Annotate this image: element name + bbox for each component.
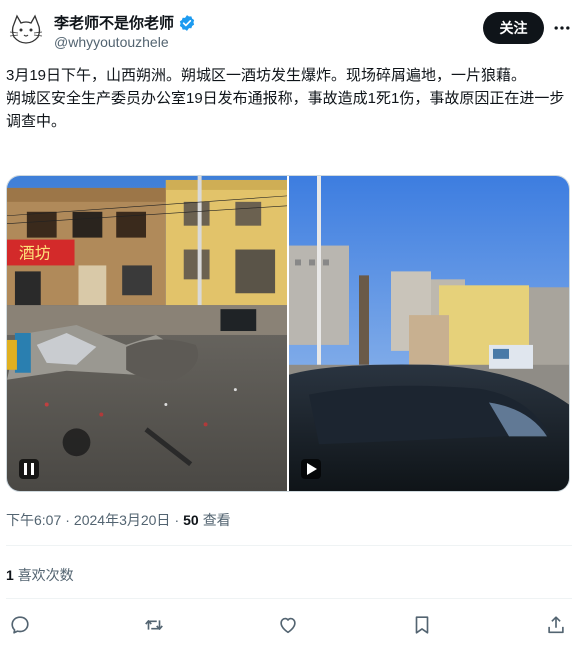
meta-separator: · (65, 512, 70, 528)
street-scene-image (289, 176, 569, 491)
pause-button[interactable] (19, 459, 39, 479)
share-icon (548, 616, 564, 634)
more-options-button[interactable] (550, 16, 574, 40)
tweet-date[interactable]: 2024年3月20日 (74, 510, 171, 530)
avatar[interactable] (6, 10, 46, 50)
media-grid: 酒坊 (6, 175, 570, 492)
follow-button[interactable]: 关注 (483, 12, 544, 44)
retweet-button[interactable] (139, 610, 169, 640)
shop-sign: 酒坊 (19, 243, 51, 262)
author-display-name[interactable]: 李老师不是你老师 (54, 12, 174, 33)
likes-row[interactable]: 1 喜欢次数 (6, 565, 74, 585)
play-icon (307, 463, 317, 475)
video-left[interactable]: 酒坊 (7, 176, 287, 491)
divider (6, 545, 572, 546)
meta-separator: · (174, 512, 180, 528)
cat-sketch-avatar-icon (6, 10, 46, 50)
more-horizontal-icon (554, 26, 570, 30)
like-icon (280, 617, 296, 634)
bookmark-button[interactable] (407, 610, 437, 640)
action-bar (0, 610, 586, 640)
views-count: 50 (183, 512, 199, 528)
tweet-paragraph-1: 3月19日下午，山西朔洲。朔城区一酒坊发生爆炸。现场碎屑遍地，一片狼藉。 (6, 67, 527, 84)
likes-label: 喜欢次数 (17, 567, 74, 583)
views-label: 查看 (202, 512, 231, 528)
tweet-meta: 下午6:07 · 2024年3月20日 · 50 查看 (6, 510, 231, 530)
retweet-icon (145, 620, 163, 630)
bookmark-icon (415, 616, 429, 634)
pause-icon (24, 463, 34, 475)
share-button[interactable] (541, 610, 571, 640)
author-name-row: 李老师不是你老师 (54, 12, 196, 33)
tweet-text: 3月19日下午，山西朔洲。朔城区一酒坊发生爆炸。现场碎屑遍地，一片狼藉。 朔城区… (6, 64, 578, 133)
tweet-paragraph-2: 朔城区安全生产委员办公室19日发布通报称，事故造成1死1伤，事故原因正在进一步调… (6, 90, 565, 130)
explosion-scene-image: 酒坊 (7, 176, 287, 491)
divider (6, 598, 572, 599)
reply-icon (11, 616, 29, 634)
play-button[interactable] (301, 459, 321, 479)
like-button[interactable] (273, 610, 303, 640)
author-handle[interactable]: @whyyoutouzhele (54, 34, 169, 50)
video-right[interactable] (289, 176, 569, 491)
reply-button[interactable] (5, 610, 35, 640)
tweet-time[interactable]: 下午6:07 (6, 510, 61, 530)
verified-badge-icon (179, 14, 195, 31)
likes-count: 1 (6, 567, 14, 583)
tweet-header: 李老师不是你老师 @whyyoutouzhele 关注 (0, 0, 586, 60)
